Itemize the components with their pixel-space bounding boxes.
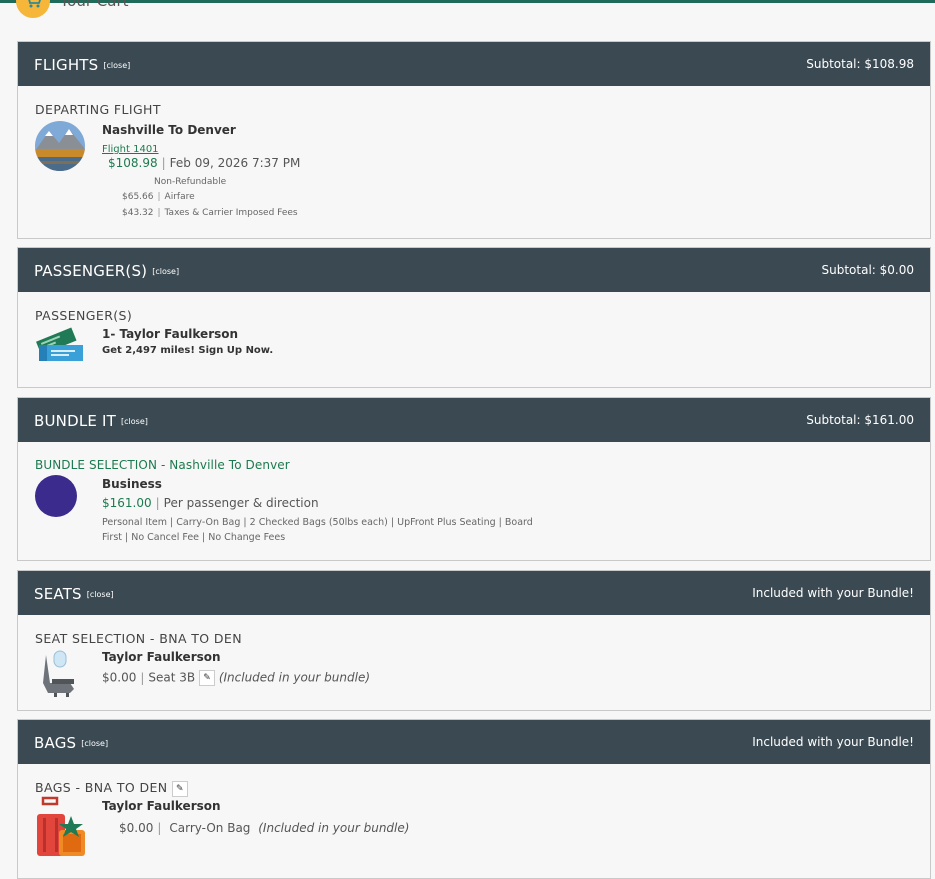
- passengers-close-link[interactable]: [close]: [152, 267, 179, 276]
- flights-section: FLIGHTS [close] Subtotal: $108.98 DEPARTI…: [17, 41, 931, 239]
- luggage-icon: [33, 796, 89, 864]
- bundle-section: BUNDLE IT [close] Subtotal: $161.00 BUNDL…: [17, 397, 931, 561]
- destination-photo: [35, 121, 85, 175]
- bundle-header: BUNDLE IT [close] Subtotal: $161.00: [18, 398, 930, 442]
- seats-close-link[interactable]: [close]: [87, 590, 114, 599]
- edit-bags-pencil-icon[interactable]: ✎: [171, 780, 188, 797]
- seats-subtotal: Included with your Bundle!: [752, 586, 914, 600]
- flight-number-link[interactable]: Flight 1401: [102, 144, 159, 155]
- bags-close-link[interactable]: [close]: [81, 739, 108, 748]
- bags-route-label: BAGS - BNA TO DEN ✎: [35, 780, 188, 797]
- shopping-cart-icon: [16, 0, 50, 18]
- bundle-subtotal: Subtotal: $161.00: [806, 413, 914, 427]
- bundle-features-line1: Personal Item | Carry-On Bag | 2 Checked…: [102, 517, 533, 528]
- seat-price: $0.00: [102, 670, 137, 685]
- bundle-selection-label: BUNDLE SELECTION - Nashville To Denver: [35, 458, 290, 472]
- bundle-close-link[interactable]: [close]: [121, 417, 148, 426]
- bag-included-note: (Included in your bundle): [258, 821, 410, 835]
- bag-type: Carry-On Bag: [169, 821, 251, 835]
- refund-policy: Non-Refundable: [154, 177, 227, 187]
- seats-section: SEATS [close] Included with your Bundle! …: [17, 570, 931, 711]
- cart-header: Your Cart: [16, 0, 129, 20]
- ticket-icon: [35, 325, 85, 369]
- seats-header: SEATS [close] Included with your Bundle!: [18, 571, 930, 615]
- departing-flight-label: DEPARTING FLIGHT: [35, 102, 161, 117]
- passengers-subtotal: Subtotal: $0.00: [821, 263, 915, 277]
- edit-seat-pencil-icon[interactable]: ✎: [198, 670, 215, 686]
- flight-datetime: Feb 09, 2026 7:37 PM: [169, 156, 301, 170]
- taxes-amount: $43.32: [122, 208, 154, 218]
- passenger-name: 1- Taylor Faulkerson: [102, 327, 239, 341]
- bags-passenger-name: Taylor Faulkerson: [102, 799, 221, 813]
- seats-title: SEATS: [34, 584, 82, 603]
- passengers-header: PASSENGER(S) [close] Subtotal: $0.00: [18, 248, 930, 292]
- flights-header: FLIGHTS [close] Subtotal: $108.98: [18, 42, 930, 86]
- bundle-badge-icon: [35, 475, 77, 521]
- bags-section: BAGS [close] Included with your Bundle! B…: [17, 719, 931, 879]
- passengers-label: PASSENGER(S): [35, 308, 133, 323]
- bags-subtotal: Included with your Bundle!: [752, 735, 914, 749]
- bundle-title: BUNDLE IT: [34, 411, 117, 430]
- bundle-price: $161.00: [102, 496, 152, 510]
- bundle-features-line2: First | No Cancel Fee | No Change Fees: [102, 532, 286, 543]
- bags-header: BAGS [close] Included with your Bundle!: [18, 720, 930, 764]
- bundle-tier: Business: [102, 477, 162, 491]
- passengers-section: PASSENGER(S) [close] Subtotal: $0.00 PASS…: [17, 247, 931, 388]
- flights-title: FLIGHTS: [34, 55, 99, 74]
- bundle-per: Per passenger & direction: [163, 496, 319, 510]
- taxes-label: Taxes & Carrier Imposed Fees: [164, 208, 298, 218]
- seat-selection-label: SEAT SELECTION - BNA TO DEN: [35, 631, 242, 646]
- seat-passenger-name: Taylor Faulkerson: [102, 650, 221, 664]
- miles-signup-prompt[interactable]: Get 2,497 miles! Sign Up Now.: [102, 345, 273, 356]
- flights-subtotal: Subtotal: $108.98: [806, 57, 914, 71]
- cart-title: Your Cart: [60, 0, 129, 10]
- seat-number: Seat 3B: [148, 670, 196, 685]
- seat-included-note: (Included in your bundle): [218, 670, 371, 685]
- top-accent-bar: [0, 0, 935, 3]
- bags-label-text: BAGS - BNA TO DEN: [35, 780, 168, 795]
- airfare-label: Airfare: [164, 192, 195, 202]
- airplane-seat-icon: [40, 649, 80, 701]
- bags-title: BAGS: [34, 733, 77, 752]
- bag-price: $0.00: [119, 821, 154, 835]
- airfare-amount: $65.66: [122, 192, 154, 202]
- flight-route: Nashville To Denver: [102, 123, 236, 137]
- flights-close-link[interactable]: [close]: [103, 61, 130, 70]
- passengers-title: PASSENGER(S): [34, 261, 148, 280]
- flight-price: $108.98: [108, 156, 158, 170]
